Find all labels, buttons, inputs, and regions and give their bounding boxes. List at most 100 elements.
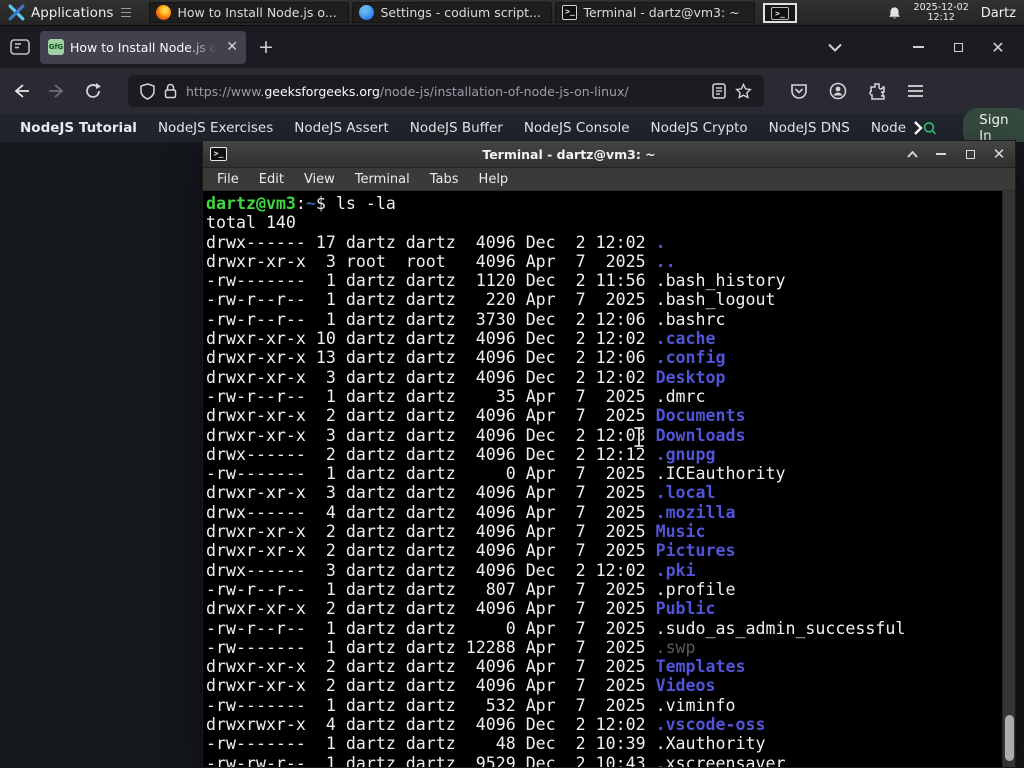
new-tab-button[interactable]: + xyxy=(258,36,274,58)
taskbar-button[interactable]: Settings - codium script... xyxy=(352,2,553,23)
url-text[interactable]: https://www.geeksforgeeks.org/node-js/in… xyxy=(186,84,629,99)
file-name: .swp xyxy=(655,637,696,657)
terminal-menu-tabs[interactable]: Tabs xyxy=(420,172,469,187)
panel-clock[interactable]: 2025-12-02 12:12 xyxy=(914,2,969,24)
taskbar-buttons: How to Install Node.js o... Settings - co… xyxy=(149,2,756,23)
terminal-scrollbar[interactable] xyxy=(1002,191,1015,767)
terminal-window-title: Terminal - dartz@vm3: ~ xyxy=(482,146,656,162)
firefox-view-icon[interactable] xyxy=(10,39,30,55)
directory-name: .config xyxy=(655,348,726,368)
terminal-shade-button[interactable] xyxy=(906,148,918,160)
listing-line: drwxrwxr-x 4 dartz dartz 4096 Dec 2 12:0… xyxy=(206,715,766,735)
taskbar-button[interactable]: >_ Terminal - dartz@vm3: ~ xyxy=(555,2,756,23)
search-icon[interactable] xyxy=(923,119,937,138)
directory-name: Templates xyxy=(655,657,746,677)
url-bar[interactable]: https://www.geeksforgeeks.org/node-js/in… xyxy=(128,75,764,107)
file-name: .ICEauthority xyxy=(655,464,786,484)
distro-logo-icon xyxy=(8,4,25,21)
workspace-pager[interactable]: >_ xyxy=(763,3,797,23)
listing-line: -rw-r--r-- 1 dartz dartz 3730 Dec 2 12:0… xyxy=(206,309,726,329)
bookmark-star-icon[interactable] xyxy=(735,82,752,100)
site-nav-item[interactable]: NodeJS Exercises xyxy=(158,120,273,136)
tabbar-right-cluster: ✕ xyxy=(828,38,1014,57)
forward-button[interactable] xyxy=(48,82,66,100)
applications-menu-button[interactable]: Applications xyxy=(0,0,139,25)
account-icon[interactable] xyxy=(829,82,847,100)
listing-line: drwxr-xr-x 2 dartz dartz 4096 Apr 7 2025… xyxy=(206,657,746,677)
listing-line: drwxr-xr-x 2 dartz dartz 4096 Apr 7 2025… xyxy=(206,599,716,619)
terminal-maximize-button[interactable] xyxy=(964,148,976,160)
listing-line: drwx------ 3 dartz dartz 4096 Dec 2 12:0… xyxy=(206,560,696,580)
menu-hamburger-icon[interactable] xyxy=(907,84,924,98)
listing-line: drwxr-xr-x 2 dartz dartz 4096 Apr 7 2025… xyxy=(206,541,736,561)
tracking-shield-icon[interactable] xyxy=(140,82,155,100)
pocket-icon[interactable] xyxy=(790,82,808,100)
terminal-close-button[interactable]: ✕ xyxy=(993,145,1006,163)
file-name: .profile xyxy=(655,579,736,599)
listing-line: drwxr-xr-x 3 root root 4096 Apr 7 2025 .… xyxy=(206,251,676,271)
terminal-menu-terminal[interactable]: Terminal xyxy=(345,172,420,187)
directory-name: Pictures xyxy=(655,541,736,561)
directory-name: Videos xyxy=(655,676,716,696)
applications-label: Applications xyxy=(31,4,114,21)
listing-line: drwxr-xr-x 3 dartz dartz 4096 Dec 2 12:0… xyxy=(206,367,726,387)
taskbar-button[interactable]: How to Install Node.js o... xyxy=(149,2,350,23)
back-button[interactable] xyxy=(12,82,30,100)
listing-line: drwxr-xr-x 13 dartz dartz 4096 Dec 2 12:… xyxy=(206,348,726,368)
terminal-menu-file[interactable]: File xyxy=(207,172,249,187)
terminal-title-bar[interactable]: >_ Terminal - dartz@vm3: ~ ✕ xyxy=(203,141,1015,168)
terminal-body[interactable]: dartz@vm3:~$ ls -la total 140 drwx------ 1… xyxy=(203,191,1015,767)
notification-bell-icon[interactable] xyxy=(887,6,902,21)
toolbar-right-icons xyxy=(790,82,924,100)
extensions-puzzle-icon[interactable] xyxy=(868,82,886,100)
directory-name: .. xyxy=(655,251,676,271)
active-tab[interactable]: GfG How to Install Node.js o ✕ xyxy=(40,30,246,64)
terminal-minimize-button[interactable] xyxy=(935,148,947,160)
window-close-button[interactable]: ✕ xyxy=(990,38,1006,57)
terminal-menu-help[interactable]: Help xyxy=(469,172,519,187)
firefox-icon xyxy=(156,5,172,20)
listing-line: -rw-r--r-- 1 dartz dartz 807 Apr 7 2025 … xyxy=(206,579,736,599)
taskbar-button-label: Settings - codium script... xyxy=(380,5,541,20)
directory-name: Public xyxy=(655,599,716,619)
reader-mode-icon[interactable] xyxy=(712,83,726,99)
site-nav: NodeJS Tutorial NodeJS Exercises NodeJS As… xyxy=(0,108,1024,148)
browser-tab-bar: GfG How to Install Node.js o ✕ + ✕ xyxy=(0,26,1024,68)
terminal-icon: >_ xyxy=(210,147,227,161)
terminal-window-controls: ✕ xyxy=(905,145,1015,163)
codium-icon xyxy=(359,5,375,20)
window-minimize-button[interactable] xyxy=(910,39,926,55)
window-maximize-button[interactable] xyxy=(950,39,966,55)
lock-icon[interactable] xyxy=(164,83,177,99)
listing-line: drwx------ 4 dartz dartz 4096 Apr 7 2025… xyxy=(206,502,736,522)
site-nav-item[interactable]: NodeJS Assert xyxy=(294,120,389,136)
site-nav-item[interactable]: NodeJS Tutorial xyxy=(20,120,137,136)
terminal-scrollbar-thumb[interactable] xyxy=(1005,715,1014,761)
file-name: .bash_logout xyxy=(655,290,776,310)
menu-lines-icon xyxy=(121,8,132,17)
user-menu[interactable]: Dartz xyxy=(981,6,1020,21)
tab-title: How to Install Node.js o xyxy=(70,39,218,55)
site-nav-items: NodeJS Tutorial NodeJS Exercises NodeJS As… xyxy=(20,120,923,136)
directory-name: Desktop xyxy=(655,367,726,387)
directory-name: . xyxy=(655,232,666,252)
site-nav-item[interactable]: NodeJS Console xyxy=(524,120,630,136)
nav-scroll-right-icon[interactable] xyxy=(913,121,923,135)
site-nav-item[interactable]: NodeJS DNS xyxy=(769,120,850,136)
site-nav-item[interactable]: NodeJS Crypto xyxy=(651,120,748,136)
site-nav-item[interactable]: NodeJS Buffer xyxy=(410,120,503,136)
list-all-tabs-chevron-icon[interactable] xyxy=(828,43,842,52)
browser-toolbar: https://www.geeksforgeeks.org/node-js/in… xyxy=(0,68,1024,114)
file-name: .sudo_as_admin_successful xyxy=(655,618,906,638)
site-nav-item[interactable]: Node xyxy=(871,120,906,136)
terminal-menu-view[interactable]: View xyxy=(294,172,345,187)
url-path: /node-js/installation-of-node-js-on-linu… xyxy=(379,83,629,99)
directory-name: .mozilla xyxy=(655,502,736,522)
terminal-output: dartz@vm3:~$ ls -la total 140 drwx------ 1… xyxy=(206,194,1001,767)
listing-line: drwx------ 17 dartz dartz 4096 Dec 2 12:… xyxy=(206,232,666,252)
tab-close-icon[interactable]: ✕ xyxy=(226,40,238,54)
reload-button[interactable] xyxy=(84,82,102,100)
directory-name: .local xyxy=(655,483,716,503)
file-name: .dmrc xyxy=(655,386,706,406)
terminal-menu-edit[interactable]: Edit xyxy=(249,172,294,187)
